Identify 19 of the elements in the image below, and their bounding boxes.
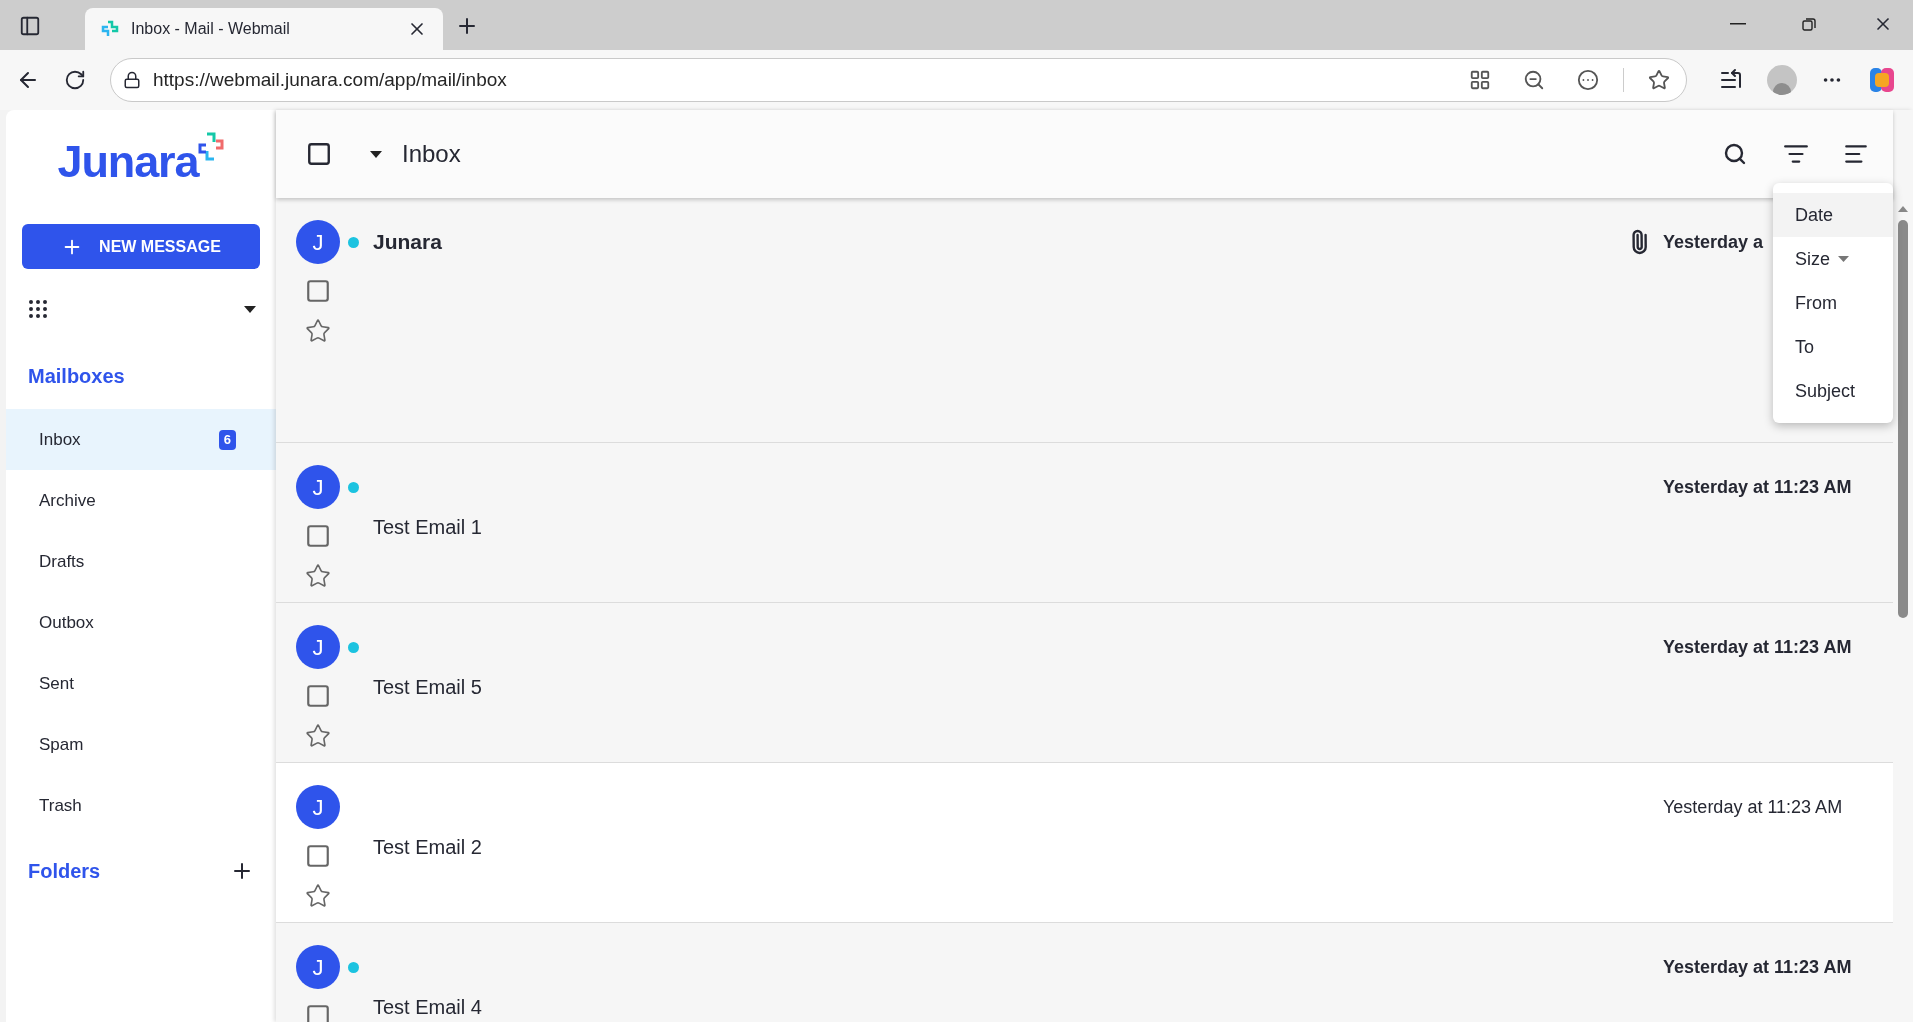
avatar: J: [296, 945, 340, 989]
message-subject: Test Email 1: [373, 515, 483, 540]
message-time: Yesterday at 11:23 AM: [1663, 795, 1844, 819]
avatar: J: [296, 785, 340, 829]
list-title: Inbox: [402, 139, 461, 169]
logo-text: Junara: [57, 135, 199, 190]
message-subject: Test Email 5: [373, 675, 483, 700]
tab-title: Inbox - Mail - Webmail: [131, 19, 291, 39]
avatar: J: [296, 220, 340, 264]
message-time: Yesterday a: [1663, 230, 1765, 254]
unread-count-badge: 6: [218, 429, 236, 450]
message-subject: Test Email 2: [373, 835, 483, 860]
message-time: Yesterday at 11:23 AM: [1663, 955, 1853, 979]
message-subject: Test Email 4: [373, 995, 483, 1020]
sender-name: Junara: [373, 229, 442, 256]
message-time: Yesterday at 11:23 AM: [1663, 635, 1853, 659]
avatar: J: [296, 625, 340, 669]
avatar: J: [296, 465, 340, 509]
message-time: Yesterday at 11:23 AM: [1663, 475, 1853, 499]
